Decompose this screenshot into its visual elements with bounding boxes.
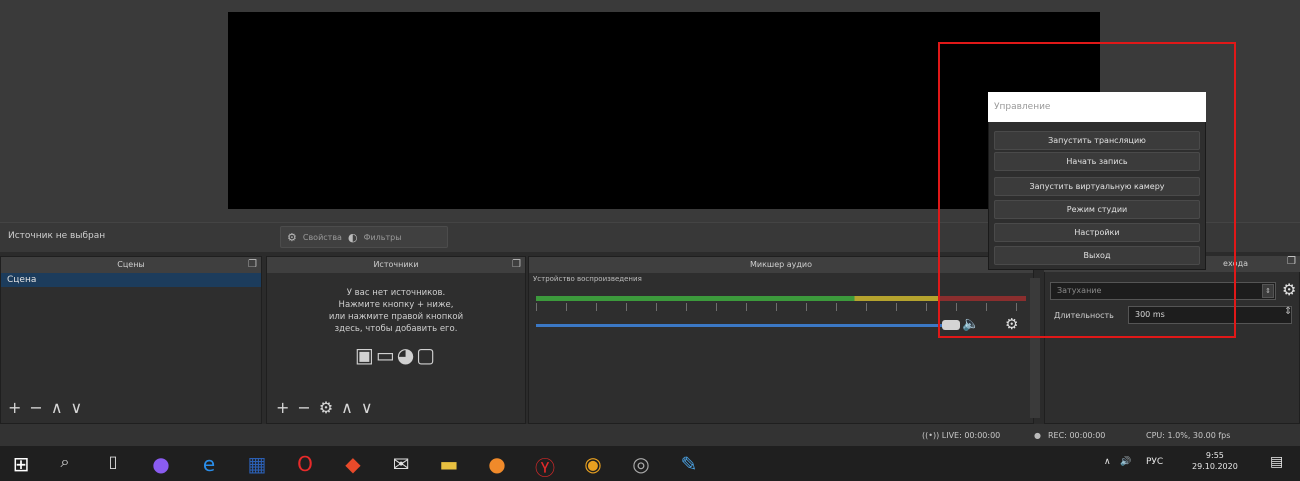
broadcast-icon: ((•)) <box>922 431 940 440</box>
yandex-icon[interactable]: Ⓨ <box>532 452 558 481</box>
yandex-browser-icon[interactable]: ◆ <box>340 452 366 476</box>
no-source-label: Источник не выбран <box>8 231 106 241</box>
popout-icon[interactable]: ❐ <box>512 257 521 273</box>
chrome-icon[interactable]: ◉ <box>580 452 606 476</box>
move-up-icon[interactable]: ∧ <box>341 398 361 417</box>
highlight-box <box>938 42 1236 338</box>
move-up-icon[interactable]: ∧ <box>51 398 71 417</box>
spinner-icon[interactable]: ⇕ <box>1262 284 1274 298</box>
popout-icon[interactable]: ❐ <box>248 257 257 273</box>
sources-title: Источники <box>373 260 419 269</box>
cpu-fps: CPU: 1.0%, 30.00 fps <box>1146 431 1231 440</box>
paint-icon[interactable]: ✎ <box>676 452 702 476</box>
edge-icon[interactable]: e <box>196 452 222 476</box>
opera-icon[interactable]: O <box>292 452 318 476</box>
gear-icon: ⚙ <box>287 230 297 244</box>
empty-line: У вас нет источников. <box>346 288 446 298</box>
tray-chevron-icon[interactable]: ∧ <box>1104 457 1111 467</box>
sources-empty-message[interactable]: У вас нет источников. Нажмите кнопку + н… <box>267 287 525 335</box>
clock-time: 9:55 <box>1205 451 1224 460</box>
filters-button[interactable]: Фильтры <box>364 233 402 242</box>
remove-icon[interactable]: − <box>29 398 50 417</box>
notifications-icon[interactable]: ▤ <box>1270 454 1283 470</box>
source-tools: +−⚙∧∨ <box>276 398 381 417</box>
duration-spinner-icon[interactable]: ⇕ <box>1284 306 1292 317</box>
monitor-icon: ▭ <box>375 343 397 367</box>
popout-icon[interactable]: ❐ <box>1287 256 1296 267</box>
properties-button[interactable]: Свойства <box>303 233 342 242</box>
move-down-icon[interactable]: ∨ <box>71 398 91 417</box>
clock-date: 29.10.2020 <box>1192 462 1238 471</box>
speaker-tray-icon[interactable]: 🔊 <box>1120 457 1131 467</box>
scenes-header: Сцены ❐ <box>1 257 261 273</box>
settings-icon[interactable]: ⚙ <box>319 398 341 417</box>
filter-icon: ◐ <box>347 230 358 244</box>
rec-time: REC: 00:00:00 <box>1048 431 1106 440</box>
firefox-icon[interactable]: ● <box>484 452 510 476</box>
scene-tools: +−∧∨ <box>8 398 90 417</box>
sources-header: Источники ❐ <box>267 257 525 273</box>
obs-icon[interactable]: ◎ <box>628 452 654 476</box>
volume-slider[interactable] <box>536 324 944 327</box>
move-down-icon[interactable]: ∨ <box>361 398 381 417</box>
search-icon[interactable]: ⌕ <box>52 452 78 472</box>
empty-line: или нажмите правой кнопкой <box>328 312 464 322</box>
empty-line: здесь, чтобы добавить его. <box>334 324 458 334</box>
image-icon: ▣ <box>354 343 376 367</box>
remove-icon[interactable]: − <box>297 398 318 417</box>
scene-item[interactable]: Сцена <box>1 273 261 287</box>
live-time: LIVE: 00:00:00 <box>941 431 1001 440</box>
live-status: ((•)) LIVE: 00:00:00 <box>922 431 1000 440</box>
globe-icon: ◕ <box>396 343 417 367</box>
add-icon[interactable]: + <box>276 398 297 417</box>
gear-icon[interactable]: ⚙ <box>1282 280 1296 299</box>
record-dot-icon: ● <box>1034 431 1041 440</box>
windows-start-icon[interactable]: ⊞ <box>8 452 34 476</box>
add-icon[interactable]: + <box>8 398 29 417</box>
properties-filters-bar: ⚙ Свойства ◐ Фильтры <box>280 226 448 248</box>
clock[interactable]: 9:55 29.10.2020 <box>1192 450 1238 472</box>
language-indicator[interactable]: РУС <box>1146 457 1163 467</box>
source-type-icons: ▣▭◕▢ <box>267 343 525 367</box>
task-view-icon[interactable]: ▯ <box>100 452 126 471</box>
camera-icon: ▢ <box>416 343 438 367</box>
mail-icon[interactable]: ✉ <box>388 452 414 476</box>
word-icon[interactable]: ▦ <box>244 452 270 476</box>
alice-icon[interactable]: ● <box>148 452 174 476</box>
scenes-title: Сцены <box>117 260 145 269</box>
mixer-title: Микшер аудио <box>749 260 813 269</box>
folder-icon[interactable]: ▬ <box>436 452 462 476</box>
empty-line: Нажмите кнопку + ниже, <box>338 300 454 310</box>
